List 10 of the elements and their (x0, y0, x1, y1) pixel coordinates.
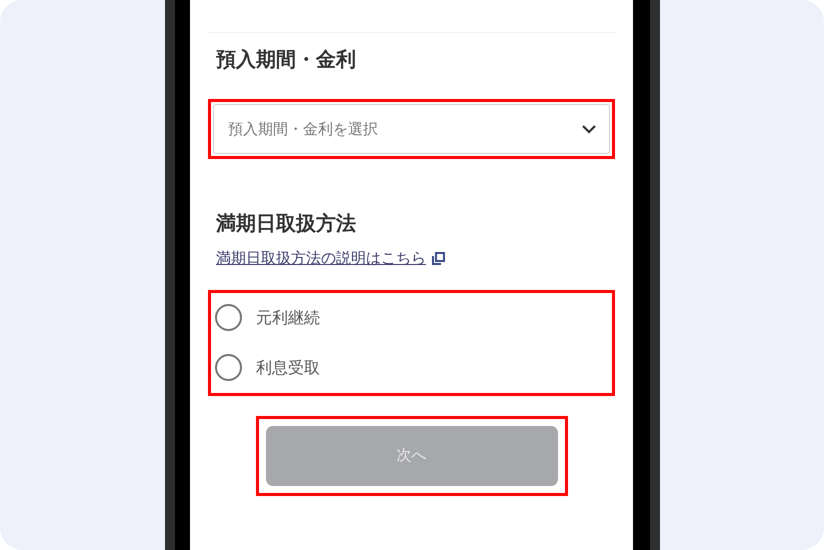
explanation-link[interactable]: 満期日取扱方法の説明はこちら (216, 247, 426, 270)
radio-button[interactable] (215, 304, 242, 331)
section-heading: 預入期間・金利 (216, 46, 357, 73)
chevron-down-icon (581, 124, 597, 134)
radio-option[interactable]: 元利継続 (215, 302, 320, 332)
radio-button[interactable] (215, 354, 242, 381)
section-heading: 満期日取扱方法 (216, 210, 357, 237)
external-window-icon (432, 252, 445, 265)
term-select[interactable]: 預入期間・金利を選択 (213, 104, 610, 154)
radio-option[interactable]: 利息受取 (215, 352, 320, 382)
